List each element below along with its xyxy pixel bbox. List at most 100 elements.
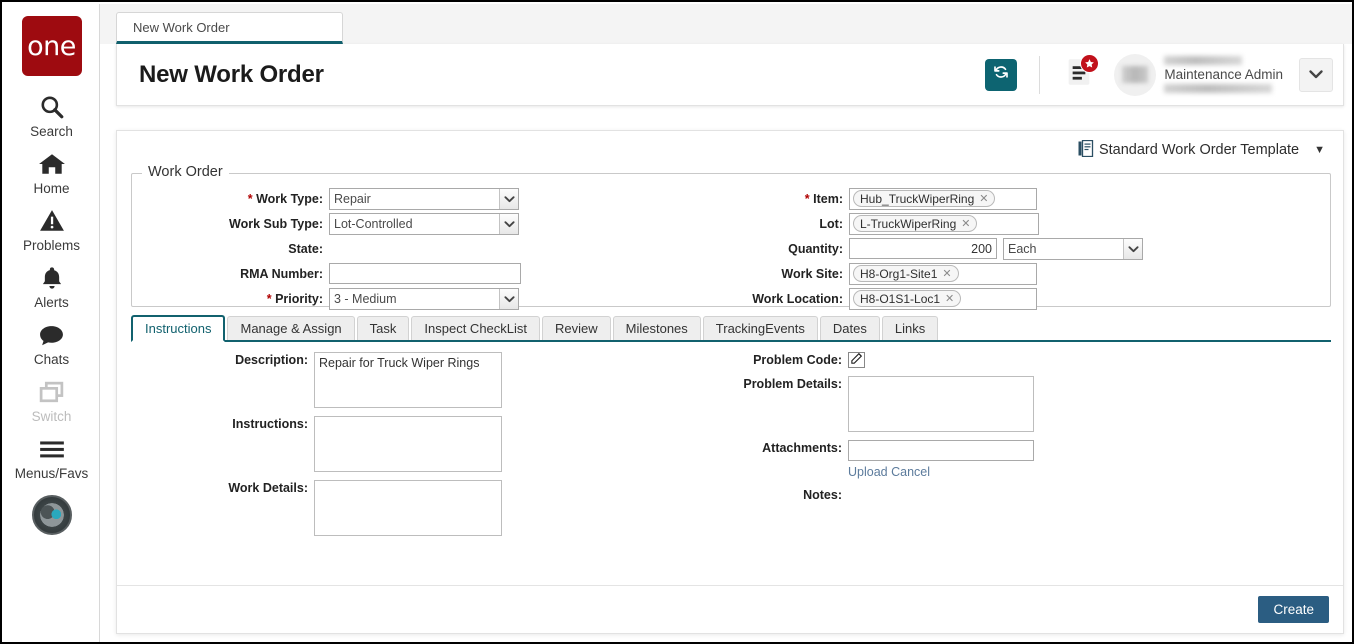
token-chip-item[interactable]: Hub_TruckWiperRing ✕ [853,190,995,207]
chevron-down-icon [1309,66,1323,84]
app-logo[interactable]: one [22,16,82,76]
token-chip-work-site[interactable]: H8-Org1-Site1 ✕ [853,265,959,282]
instructions-right-column: Problem Code: Problem Details: Attachmen… [730,352,1343,557]
upload-link[interactable]: Upload [848,465,888,479]
select-priority-value: 3 - Medium [334,292,499,306]
label-problem-details: Problem Details: [730,376,848,432]
chevron-down-icon [1123,239,1142,259]
label-attachments: Attachments: [730,440,848,479]
select-priority[interactable]: 3 - Medium [329,288,519,310]
select-quantity-uom[interactable]: Each [1003,238,1143,260]
chevron-down-icon[interactable]: ▼ [1314,144,1325,156]
tab-dates[interactable]: Dates [820,316,880,340]
token-chip-lot[interactable]: L-TruckWiperRing ✕ [853,215,977,232]
tab-manage-assign[interactable]: Manage & Assign [227,316,354,340]
work-order-right-column: * Item: Hub_TruckWiperRing ✕ Lot: [731,186,1330,311]
input-rma-number[interactable] [329,263,521,284]
label-notes: Notes: [730,487,848,503]
header-actions: Maintenance Admin [985,44,1343,105]
close-icon[interactable]: ✕ [942,267,951,280]
tab-tracking-events[interactable]: TrackingEvents [703,316,818,340]
template-row: Standard Work Order Template ▼ [117,131,1343,169]
sidebar-item-switch[interactable]: Switch [4,377,100,424]
tokenfield-work-location[interactable]: H8-O1S1-Loc1 ✕ [849,288,1037,310]
field-quantity: Quantity: Each [731,236,1330,261]
select-work-type[interactable]: Repair [329,188,519,210]
field-lot: Lot: L-TruckWiperRing ✕ [731,211,1330,236]
create-button[interactable]: Create [1258,596,1329,623]
field-rma-number: RMA Number: [132,261,731,286]
user-org-masked [1164,84,1272,93]
avatar[interactable] [1114,54,1156,96]
tab-label: Milestones [626,321,688,336]
textarea-description[interactable] [314,352,502,408]
close-icon[interactable]: ✕ [945,292,954,305]
textarea-instructions[interactable] [314,416,502,472]
tab-task[interactable]: Task [357,316,410,340]
label-lot: Lot: [731,217,849,231]
sidebar-item-problems[interactable]: Problems [4,206,100,253]
label-text: Priority [275,292,319,306]
browser-tabstrip: New Work Order [100,4,1352,44]
token-chip-work-location[interactable]: H8-O1S1-Loc1 ✕ [853,290,961,307]
document-template-icon [1078,140,1094,161]
user-info[interactable]: Maintenance Admin [1164,52,1283,98]
field-description: Description: [117,352,730,408]
label-problem-code: Problem Code: [730,352,848,368]
notifications-button[interactable] [1062,58,1096,92]
label-text: Lot [819,217,838,231]
bell-icon [39,263,65,293]
header-divider [1039,56,1040,94]
tokenfield-item[interactable]: Hub_TruckWiperRing ✕ [849,188,1037,210]
tab-milestones[interactable]: Milestones [613,316,701,340]
user-name-masked [1164,56,1242,65]
required-marker: * [248,192,253,206]
tab-inspect-checklist[interactable]: Inspect CheckList [411,316,540,340]
textarea-work-details[interactable] [314,480,502,536]
template-selector[interactable]: Standard Work Order Template ▼ [1078,140,1325,161]
sidebar-item-home[interactable]: Home [4,149,100,196]
hamburger-icon [38,434,66,464]
close-icon[interactable]: ✕ [961,217,970,230]
refresh-button[interactable] [985,59,1017,91]
sidebar-label-problems: Problems [23,238,80,253]
token-chip-work-location-label: H8-O1S1-Loc1 [860,292,940,306]
select-work-sub-type[interactable]: Lot-Controlled [329,213,519,235]
sidebar-label-alerts: Alerts [34,295,69,310]
tab-links[interactable]: Links [882,316,938,340]
label-text: Item [813,192,839,206]
sidebar-label-chats: Chats [34,352,69,367]
sidebar-label-switch: Switch [32,409,72,424]
label-priority: * Priority: [132,292,329,306]
attachment-links: Upload Cancel [848,465,1034,479]
tokenfield-lot[interactable]: L-TruckWiperRing ✕ [849,213,1039,235]
tokenfield-work-site[interactable]: H8-Org1-Site1 ✕ [849,263,1037,285]
sidebar-item-search[interactable]: Search [4,92,100,139]
problem-code-edit-button[interactable] [848,352,865,368]
sidebar-item-menus-favs[interactable]: Menus/Favs [4,434,100,481]
label-quantity: Quantity: [731,242,849,256]
label-text: Work Type [256,192,319,206]
user-profile-avatar[interactable] [32,495,72,535]
work-order-fieldset: Work Order * Work Type: Repair [131,173,1331,307]
input-quantity[interactable] [849,238,997,259]
sidebar-item-alerts[interactable]: Alerts [4,263,100,310]
required-marker: * [267,292,272,306]
sidebar-label-menus-favs: Menus/Favs [15,466,89,481]
user-menu-button[interactable] [1299,58,1333,92]
template-label: Standard Work Order Template [1099,142,1299,158]
instructions-panel: Description: Instructions: Work Details:… [117,342,1343,557]
textarea-problem-details[interactable] [848,376,1034,432]
tab-review[interactable]: Review [542,316,611,340]
cancel-link[interactable]: Cancel [891,465,930,479]
sidebar-item-chats[interactable]: Chats [4,320,100,367]
browser-tab-new-work-order[interactable]: New Work Order [116,12,343,44]
close-icon[interactable]: ✕ [979,192,988,205]
tab-label: Review [555,321,598,336]
input-attachments[interactable] [848,440,1034,461]
tab-instructions[interactable]: Instructions [131,315,225,342]
field-attachments: Attachments: Upload Cancel [730,440,1343,479]
home-icon [38,149,66,179]
required-marker: * [805,192,810,206]
token-chip-item-label: Hub_TruckWiperRing [860,192,974,206]
